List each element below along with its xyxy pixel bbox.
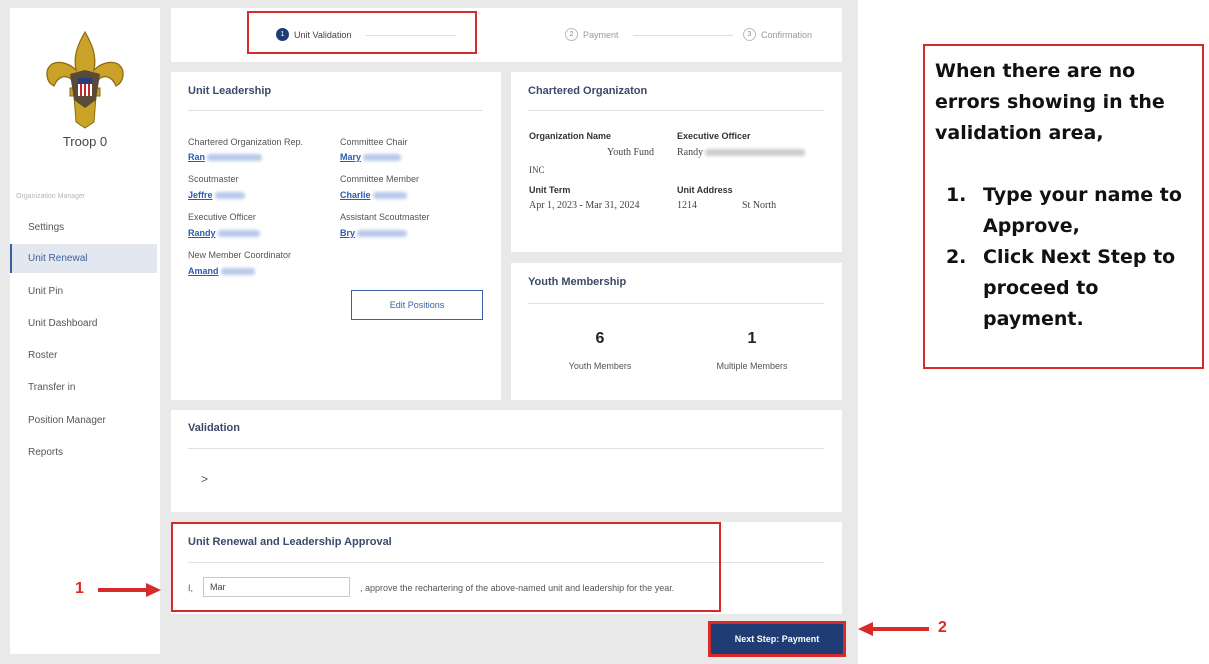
- step-confirmation[interactable]: 3 Confirmation: [743, 28, 812, 41]
- position-name-link[interactable]: Charlie: [340, 190, 407, 200]
- youth-members-count: 6: [595, 330, 605, 347]
- validation-card: Validation >: [171, 410, 842, 512]
- divider: [188, 110, 483, 111]
- unit-leadership-card: Unit Leadership Chartered Organization R…: [171, 72, 501, 400]
- org-name-value: Youth Fund: [607, 147, 655, 158]
- position-name-link[interactable]: Jeffre: [188, 190, 245, 200]
- highlight-box-step: [247, 11, 477, 54]
- step-label: Payment: [583, 29, 619, 40]
- step-connector: [633, 35, 733, 36]
- arrow-left-icon: [858, 622, 929, 636]
- sidebar-item-unit-dashboard[interactable]: Unit Dashboard: [10, 309, 157, 338]
- sidebar-section-label: Organization Manager: [16, 193, 86, 200]
- sidebar-item-unit-pin[interactable]: Unit Pin: [10, 277, 157, 306]
- position-role: Chartered Organization Rep.: [188, 137, 304, 147]
- divider: [528, 303, 824, 304]
- org-name-label: Organization Name: [529, 131, 612, 141]
- highlight-box-approval: [171, 522, 721, 612]
- youth-members-label: Youth Members: [568, 361, 632, 371]
- sidebar-item-transfer-in[interactable]: Transfer in: [10, 373, 157, 402]
- divider: [188, 448, 824, 449]
- step-number: 2: [565, 28, 578, 41]
- org-name-line2: INC: [529, 165, 545, 175]
- sidebar-item-unit-renewal[interactable]: Unit Renewal: [10, 244, 157, 273]
- multiple-members-count: 1: [747, 330, 757, 347]
- position-name-link[interactable]: Randy: [188, 228, 260, 238]
- position-role: New Member Coordinator: [188, 250, 292, 260]
- arrow-right-icon: [98, 583, 161, 597]
- next-step-payment-button[interactable]: Next Step: Payment: [708, 621, 846, 657]
- callout-steps: Type your name to Approve, Click Next St…: [935, 180, 1192, 335]
- bsa-fleur-de-lis-logo: [46, 30, 124, 129]
- position-role: Committee Member: [340, 174, 420, 184]
- sidebar-item-position-manager[interactable]: Position Manager: [10, 406, 157, 435]
- card-title: Validation: [188, 422, 240, 434]
- step-label: Confirmation: [761, 29, 813, 40]
- chartered-organization-card: Chartered Organizaton Organization Name …: [511, 72, 842, 252]
- card-title: Chartered Organizaton: [528, 85, 648, 97]
- card-title: Youth Membership: [528, 276, 627, 288]
- position-name-link[interactable]: Amand: [188, 266, 255, 276]
- screenshot-stage: Troop 0 Organization Manager Settings Un…: [0, 0, 1209, 664]
- callout-step: Type your name to Approve,: [973, 180, 1192, 242]
- expand-chevron-icon[interactable]: >: [201, 472, 208, 486]
- youth-membership-card: Youth Membership 6 Youth Members 1 Multi…: [511, 263, 842, 400]
- position-role: Scoutmaster: [188, 174, 239, 184]
- position-name-link[interactable]: Bry: [340, 228, 408, 238]
- annotation-marker-1: 1: [75, 580, 84, 597]
- callout-intro: When there are no errors showing in the …: [935, 60, 1165, 144]
- position-name-link[interactable]: Ran: [188, 152, 263, 162]
- unit-term-label: Unit Term: [529, 185, 571, 195]
- position-role: Assistant Scoutmaster: [340, 212, 430, 222]
- sidebar-item-settings[interactable]: Settings: [10, 213, 157, 242]
- troop-name: Troop 0: [62, 134, 108, 149]
- edit-positions-button[interactable]: Edit Positions: [351, 290, 483, 320]
- annotation-marker-2: 2: [938, 619, 947, 636]
- sidebar-item-reports[interactable]: Reports: [10, 438, 157, 467]
- divider: [528, 110, 824, 111]
- callout-step: Click Next Step to proceed to payment.: [973, 242, 1192, 335]
- position-name-link[interactable]: Mary: [340, 152, 402, 162]
- unit-term-value: Apr 1, 2023 - Mar 31, 2024: [529, 200, 640, 211]
- sidebar: Troop 0 Organization Manager Settings Un…: [10, 8, 160, 654]
- position-role: Committee Chair: [340, 137, 408, 147]
- unit-address-label: Unit Address: [677, 185, 733, 195]
- executive-officer-label: Executive Officer: [677, 131, 751, 141]
- multiple-members-label: Multiple Members: [716, 361, 788, 371]
- executive-officer-value: Randy: [677, 147, 806, 158]
- unit-address-street: St North: [742, 200, 777, 211]
- instruction-callout: When there are no errors showing in the …: [923, 44, 1204, 369]
- unit-address-number: 1214: [677, 200, 697, 211]
- card-title: Unit Leadership: [188, 85, 272, 97]
- sidebar-item-roster[interactable]: Roster: [10, 341, 157, 370]
- step-number: 3: [743, 28, 756, 41]
- step-payment[interactable]: 2 Payment: [565, 28, 619, 41]
- position-role: Executive Officer: [188, 212, 256, 222]
